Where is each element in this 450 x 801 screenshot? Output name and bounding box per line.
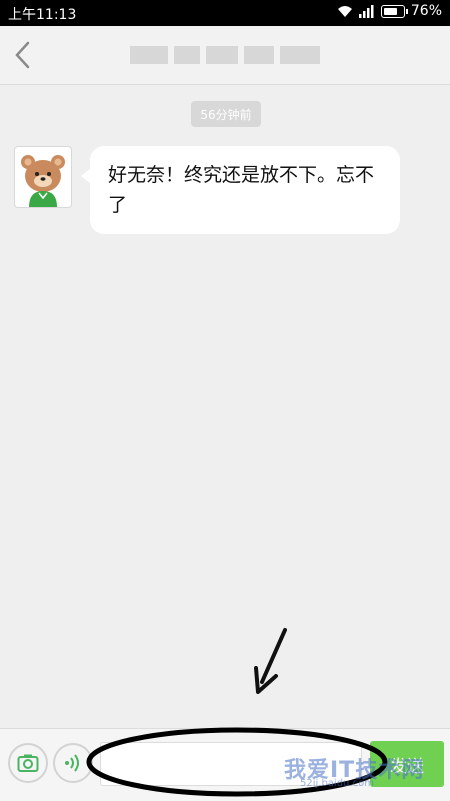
status-icons: 76% (337, 3, 442, 19)
contact-name-blurred (120, 44, 330, 66)
watermark-sub: 52ij.baidu.com (300, 778, 374, 789)
message-bubble[interactable]: 好无奈！终究还是放不下。忘不了 (81, 146, 400, 234)
chevron-left-icon (15, 41, 30, 69)
message-time-badge: 56分钟前 (191, 101, 261, 127)
back-button[interactable] (10, 38, 38, 72)
status-bar: 上午11:13 76% (0, 0, 450, 26)
status-time: 上午11:13 (8, 7, 77, 23)
battery-percent: 76% (410, 3, 442, 19)
message-text: 好无奈！终究还是放不下。忘不了 (108, 164, 375, 216)
chat-header (0, 26, 450, 85)
camera-button[interactable] (8, 743, 48, 783)
voice-button[interactable] (53, 743, 93, 783)
camera-icon (17, 754, 39, 772)
voice-icon (65, 754, 79, 772)
annotation-arrow (260, 628, 287, 684)
bear-avatar-icon (21, 155, 65, 207)
avatar[interactable] (14, 146, 72, 208)
wifi-icon (337, 6, 352, 17)
annotation-arrowhead (254, 666, 278, 694)
signal-icon (358, 4, 374, 18)
battery-icon (380, 4, 408, 18)
